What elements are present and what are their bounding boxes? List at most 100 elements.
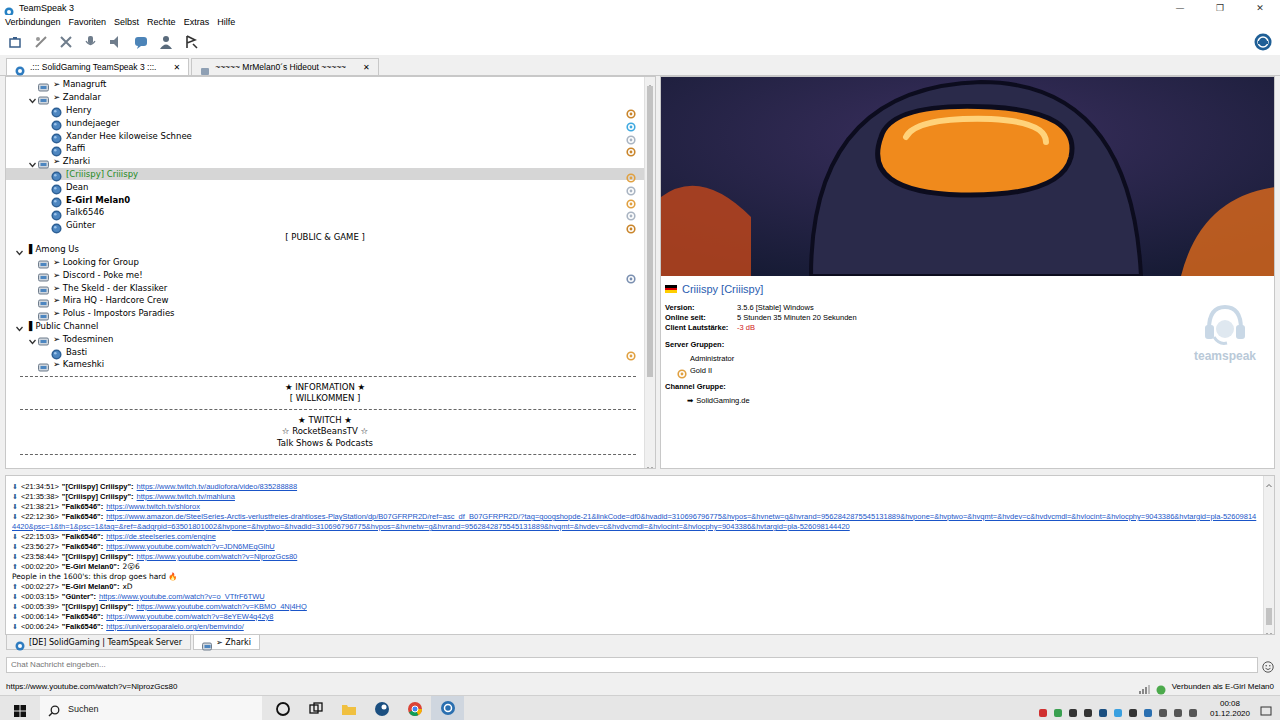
tray-icon[interactable] — [1083, 704, 1093, 714]
scroll-thumb[interactable] — [1266, 608, 1272, 625]
channel-row[interactable]: ▌Public Channel — [6, 320, 644, 333]
away-icon[interactable] — [58, 34, 74, 50]
server-tab[interactable]: ~~~~~ MrMelan0´s Hideout ~~~~~✕ — [191, 58, 379, 75]
server-tab[interactable]: .::: SolidGaming TeamSpeak 3 :::.✕ — [6, 58, 189, 75]
notification-icon[interactable] — [1260, 703, 1272, 715]
tree-scrollbar[interactable] — [644, 77, 655, 468]
chat-sender[interactable]: "Falk6546": — [62, 512, 103, 521]
channel-row[interactable]: ➢ Zharki — [6, 155, 644, 168]
user-row[interactable]: Henry — [6, 104, 644, 117]
menu-item[interactable]: Favoriten — [65, 17, 111, 27]
chat-link[interactable]: https://www.youtube.com/watch?v=o_VTfrF6… — [99, 592, 265, 601]
taskbar-app[interactable] — [332, 696, 365, 720]
contacts-icon[interactable] — [158, 34, 174, 50]
chat-link[interactable]: https://www.youtube.com/watch?v=8eYEW4q4… — [106, 612, 273, 621]
channel-row[interactable]: ➢ The Skeld - der Klassiker — [6, 281, 644, 294]
emoji-icon[interactable] — [1262, 659, 1274, 671]
chat-link[interactable]: https://www.twitch.tv/shlorox — [106, 502, 200, 511]
chat-scrollbar[interactable] — [1263, 476, 1274, 634]
channel-row[interactable]: ▌Among Us — [6, 243, 644, 256]
taskbar-app[interactable] — [365, 696, 398, 720]
tray-icon[interactable] — [1188, 704, 1198, 714]
expand-arrow-icon[interactable] — [14, 320, 25, 331]
taskbar-app[interactable] — [398, 696, 431, 720]
tray-icon[interactable] — [1038, 704, 1048, 714]
channel-row[interactable]: ➢ Zandalar — [6, 91, 644, 104]
subscribe-icon[interactable] — [183, 34, 199, 50]
close-tab-button[interactable]: ✕ — [363, 63, 370, 72]
search-box[interactable]: Suchen — [40, 696, 262, 720]
channel-row[interactable]: ➢ Polus - Impostors Paradies — [6, 307, 644, 320]
user-row[interactable]: [Criiispy] Criiispy — [6, 168, 644, 181]
chat-icon[interactable] — [133, 34, 149, 50]
chat-sender[interactable]: "Falk6546": — [62, 502, 103, 511]
taskbar-app[interactable] — [431, 696, 464, 720]
chat-tab[interactable]: ➢ Zharki — [193, 635, 260, 650]
user-row[interactable]: Dean — [6, 180, 644, 193]
channel-row[interactable]: ➢ Discord - Poke me! — [6, 268, 644, 281]
chat-link[interactable]: https://www.twitch.tv/audiofora/video/83… — [137, 482, 298, 491]
user-row[interactable]: hundejaeger — [6, 116, 644, 129]
mute-speakers-icon[interactable] — [108, 34, 124, 50]
chat-sender[interactable]: "[Criiispy] Criiispy": — [62, 552, 134, 561]
user-row[interactable]: E-Girl Melan0 — [6, 193, 644, 206]
chat-sender[interactable]: "Falk6546": — [62, 532, 103, 541]
expand-arrow-icon[interactable] — [27, 92, 38, 103]
chat-sender[interactable]: "Falk6546": — [62, 612, 103, 621]
menu-item[interactable]: Rechte — [143, 17, 180, 27]
channel-row[interactable]: ➢ Todesminen — [6, 332, 644, 345]
tray-icon[interactable] — [1113, 704, 1123, 714]
chat-tab[interactable]: [DE] SolidGaming | TeamSpeak Server — [6, 635, 191, 650]
tray-icon[interactable] — [1068, 704, 1078, 714]
window-control[interactable]: — — [1160, 0, 1200, 15]
chat-link[interactable]: https://universoparalelo.org/en/bemvindo… — [106, 622, 244, 631]
tree-spacer[interactable]: Talk Shows & Podcasts — [6, 437, 644, 448]
tray-icon[interactable] — [1158, 704, 1168, 714]
chat-input[interactable] — [6, 657, 1258, 673]
user-row[interactable]: Falk6546 — [6, 206, 644, 219]
tree-spacer[interactable]: ★ INFORMATION ★ — [6, 382, 644, 393]
chat-sender[interactable]: "E-Girl Melan0": — [62, 562, 120, 571]
channel-row[interactable]: ➢ Mira HQ - Hardcore Crew — [6, 294, 644, 307]
menu-item[interactable]: Extras — [180, 17, 214, 27]
chat-sender[interactable]: "E-Girl Melan0": — [62, 582, 120, 591]
channel-row[interactable]: ➢ Kameshki — [6, 358, 644, 371]
user-row[interactable]: Basti — [6, 345, 644, 358]
clock[interactable]: 00:0801.12.2020 — [1204, 699, 1256, 719]
menu-item[interactable]: Hilfe — [213, 17, 239, 27]
start-button[interactable] — [0, 696, 40, 720]
scroll-thumb[interactable] — [647, 86, 653, 377]
chat-sender[interactable]: "Falk6546": — [62, 542, 103, 551]
tree-divider[interactable] — [6, 449, 644, 460]
tree-divider[interactable] — [6, 371, 644, 382]
tray-icon[interactable] — [1143, 704, 1153, 714]
tray-icon[interactable] — [1128, 704, 1138, 714]
chat-sender[interactable]: "[Criiispy] Criiispy": — [62, 482, 134, 491]
chat-link[interactable]: https://www.youtube.com/watch?v=KBMO_4Nj… — [137, 602, 307, 611]
tray-icon[interactable] — [1173, 704, 1183, 714]
disconnect-icon[interactable] — [33, 34, 49, 50]
taskbar-app[interactable] — [299, 696, 332, 720]
chat-sender[interactable]: "Günter": — [62, 592, 96, 601]
menu-item[interactable]: Verbindungen — [1, 17, 65, 27]
window-control[interactable]: ❐ — [1200, 0, 1240, 15]
close-tab-button[interactable]: ✕ — [173, 63, 180, 72]
window-control[interactable]: ✕ — [1240, 0, 1280, 15]
menu-item[interactable]: Selbst — [110, 17, 143, 27]
chat-link[interactable]: https://www.twitch.tv/mahluna — [137, 492, 235, 501]
chat-link[interactable]: https://www.amazon.de/SteelSeries-Arctis… — [12, 512, 1256, 531]
expand-arrow-icon[interactable] — [27, 156, 38, 167]
connect-icon[interactable] — [8, 34, 24, 50]
chat-link[interactable]: https://de.steelseries.com/engine — [106, 532, 216, 541]
tree-spacer[interactable]: ★ TWITCH ★ — [6, 415, 644, 426]
channel-row[interactable]: ➢ Managruft — [6, 78, 644, 91]
tray-icon[interactable] — [1098, 704, 1108, 714]
tree-divider[interactable] — [6, 404, 644, 415]
chat-sender[interactable]: "[Criiispy] Criiispy": — [62, 492, 134, 501]
user-row[interactable]: Raffi — [6, 142, 644, 155]
mute-microphone-icon[interactable] — [83, 34, 99, 50]
tray-icon[interactable] — [1053, 704, 1063, 714]
expand-arrow-icon[interactable] — [27, 333, 38, 344]
tree-spacer[interactable]: [ PUBLIC & GAME ] — [6, 232, 644, 243]
tree-spacer[interactable]: ☆ RocketBeansTV ☆ — [6, 426, 644, 437]
